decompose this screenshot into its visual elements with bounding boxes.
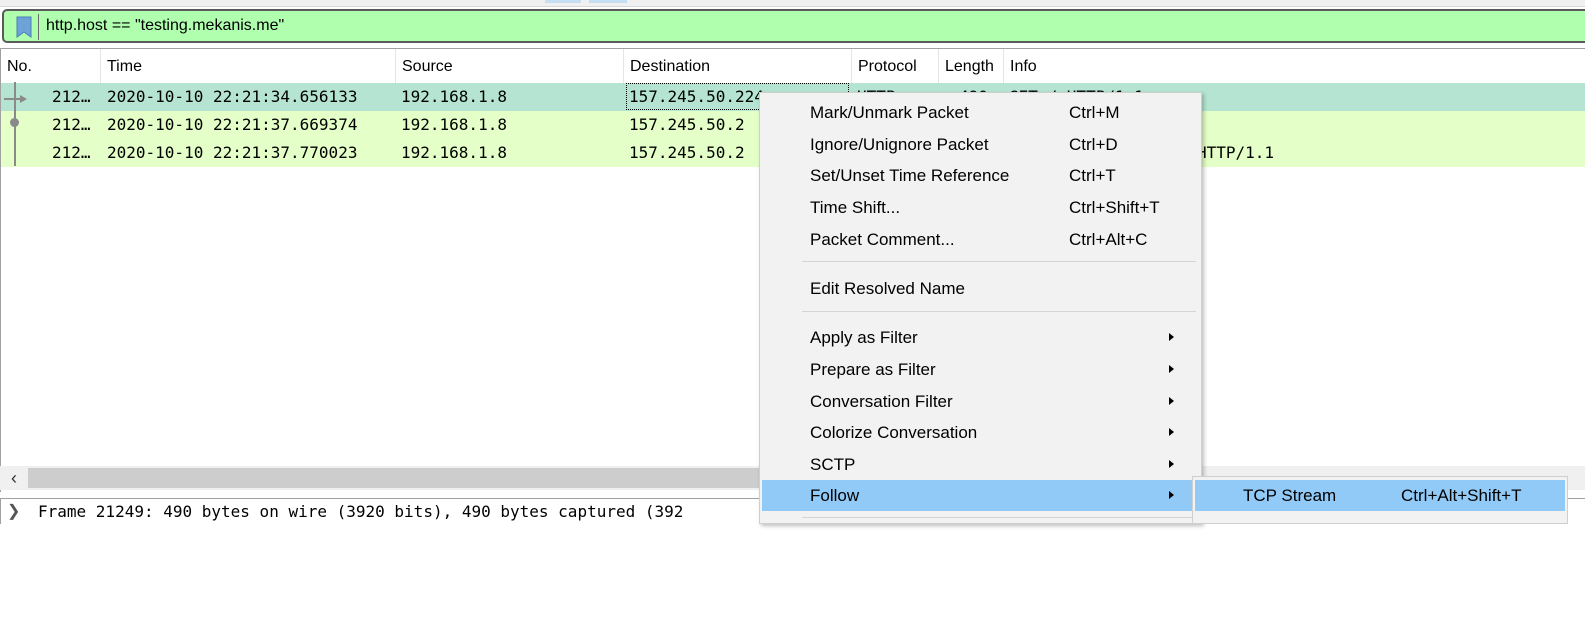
submenu-arrow-icon [1169, 365, 1174, 373]
cell-no: 212… [52, 115, 91, 134]
menu-item-label: Packet Comment... [810, 230, 955, 249]
cell-source: 192.168.1.8 [401, 115, 507, 134]
menu-item-label: TCP Stream [1243, 486, 1337, 505]
conversation-dot-icon [10, 118, 19, 127]
menu-item-label: SCTP [810, 455, 856, 474]
scrollbar-thumb[interactable] [28, 468, 768, 488]
menu-item-ignore-packet[interactable]: Ignore/Unignore Packet Ctrl+D [762, 129, 1198, 160]
column-header-protocol[interactable]: Protocol [852, 49, 939, 83]
packet-list-header: No. Time Source Destination Protocol Len… [1, 49, 1585, 83]
menu-item-edit-resolved-name[interactable]: Edit Resolved Name [762, 273, 1198, 304]
column-header-source[interactable]: Source [396, 49, 624, 83]
menu-item-label: Colorize Conversation [810, 423, 978, 442]
menu-item-tcp-stream[interactable]: TCP Stream Ctrl+Alt+Shift+T [1195, 480, 1565, 511]
context-menu: Mark/Unmark Packet Ctrl+M Ignore/Unignor… [759, 92, 1202, 524]
submenu-arrow-icon [1169, 333, 1174, 341]
cell-source: 192.168.1.8 [401, 87, 507, 106]
menu-item-shortcut: Ctrl+Alt+Shift+T [1401, 486, 1522, 505]
menu-item-label: Edit Resolved Name [810, 279, 965, 298]
column-header-destination[interactable]: Destination [624, 49, 852, 83]
menu-item-label: Mark/Unmark Packet [810, 103, 969, 122]
chevron-right-icon[interactable]: ❯ [7, 501, 20, 521]
menu-item-sctp[interactable]: SCTP [762, 449, 1198, 480]
submenu-arrow-icon [1169, 491, 1174, 499]
column-header-no[interactable]: No. [1, 49, 101, 83]
menu-item-time-shift[interactable]: Time Shift... Ctrl+Shift+T [762, 192, 1198, 223]
submenu-arrow-icon [1169, 428, 1174, 436]
cell-source: 192.168.1.8 [401, 143, 507, 162]
follow-submenu: TCP Stream Ctrl+Alt+Shift+T [1192, 476, 1568, 524]
cell-time: 2020-10-10 22:21:37.669374 [107, 115, 358, 134]
menu-item-follow[interactable]: Follow [762, 480, 1198, 511]
menu-item-shortcut: Ctrl+M [1069, 103, 1120, 122]
menu-separator [802, 261, 1196, 262]
menu-item-colorize-conversation[interactable]: Colorize Conversation [762, 417, 1198, 448]
bookmark-icon [16, 16, 32, 38]
empty-area [0, 524, 1585, 643]
menu-item-apply-as-filter[interactable]: Apply as Filter [762, 322, 1198, 353]
cell-time: 2020-10-10 22:21:34.656133 [107, 87, 358, 106]
menu-item-shortcut: Ctrl+D [1069, 135, 1118, 154]
menu-item-label: Set/Unset Time Reference [810, 166, 1010, 185]
menu-item-label: Ignore/Unignore Packet [810, 135, 989, 154]
scroll-left-icon[interactable]: ‹ [2, 466, 26, 490]
menu-item-mark-packet[interactable]: Mark/Unmark Packet Ctrl+M [762, 97, 1198, 128]
menu-item-shortcut: Ctrl+Shift+T [1069, 198, 1160, 217]
filter-bookmark-button[interactable] [8, 14, 39, 40]
menu-item-label: Apply as Filter [810, 328, 918, 347]
submenu-arrow-icon [1169, 460, 1174, 468]
cell-info: HTTP/1.1 [1197, 143, 1275, 162]
display-filter-bar[interactable]: http.host == "testing.mekanis.me" [2, 9, 1585, 43]
menu-item-label: Prepare as Filter [810, 360, 936, 379]
submenu-arrow-icon [1169, 397, 1174, 405]
menu-item-shortcut: Ctrl+T [1069, 166, 1116, 185]
menu-item-label: Time Shift... [810, 198, 901, 217]
menu-separator [802, 311, 1196, 312]
menu-item-packet-comment[interactable]: Packet Comment... Ctrl+Alt+C [762, 224, 1198, 255]
menu-separator [802, 517, 1196, 518]
toolbar-strip [0, 0, 1585, 7]
column-header-length[interactable]: Length [939, 49, 1004, 83]
menu-item-time-reference[interactable]: Set/Unset Time Reference Ctrl+T [762, 160, 1198, 191]
column-header-info[interactable]: Info [1004, 49, 1585, 83]
column-header-time[interactable]: Time [101, 49, 396, 83]
menu-item-conversation-filter[interactable]: Conversation Filter [762, 386, 1198, 417]
display-filter-input[interactable]: http.host == "testing.mekanis.me" [46, 17, 284, 35]
menu-item-shortcut: Ctrl+Alt+C [1069, 230, 1148, 249]
menu-item-label: Conversation Filter [810, 392, 953, 411]
toolbar-button-edge[interactable] [589, 0, 627, 3]
menu-item-label: Follow [810, 486, 860, 505]
toolbar-button-edge[interactable] [545, 0, 581, 3]
frame-summary[interactable]: Frame 21249: 490 bytes on wire (3920 bit… [38, 502, 683, 521]
cell-destination: 157.245.50.2 [629, 115, 745, 134]
menu-item-prepare-as-filter[interactable]: Prepare as Filter [762, 354, 1198, 385]
cell-destination: 157.245.50.2 [629, 143, 745, 162]
request-arrow-icon [4, 95, 27, 103]
cell-no: 212… [52, 143, 91, 162]
cell-no: 212… [52, 87, 91, 106]
cell-time: 2020-10-10 22:21:37.770023 [107, 143, 358, 162]
